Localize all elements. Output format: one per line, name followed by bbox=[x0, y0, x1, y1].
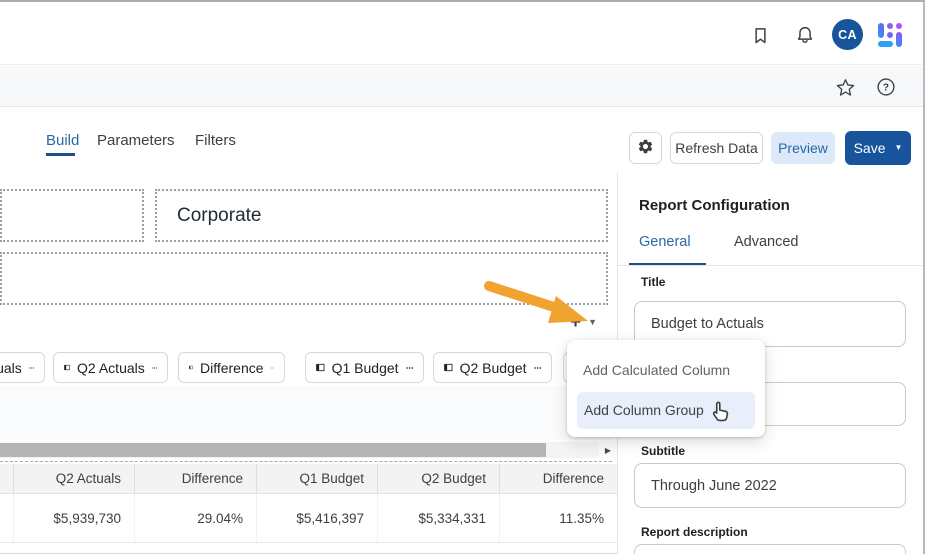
chip-menu-icon[interactable] bbox=[29, 366, 34, 370]
scrollbar-thumb[interactable] bbox=[0, 443, 546, 457]
canvas-dashed-divider bbox=[0, 461, 612, 462]
refresh-data-button[interactable]: Refresh Data bbox=[670, 132, 763, 164]
table-cell bbox=[0, 494, 13, 542]
table-header-cell: Q2 Budget bbox=[377, 464, 499, 493]
tab-build[interactable]: Build bbox=[46, 132, 79, 149]
svg-text:?: ? bbox=[883, 83, 889, 94]
column-icon bbox=[64, 361, 70, 374]
tab-build-underline bbox=[46, 153, 75, 156]
page-header-bar: ? bbox=[0, 66, 923, 107]
table-header-cell: Q1 Budget bbox=[256, 464, 377, 493]
column-chip-q2-actuals[interactable]: Q2 Actuals bbox=[53, 352, 168, 383]
table-cell: $5,416,397 bbox=[256, 494, 377, 542]
table-header-cell: Difference bbox=[134, 464, 256, 493]
scroll-right-arrow-icon: ▶ bbox=[605, 446, 611, 455]
horizontal-scrollbar[interactable]: ▶ bbox=[0, 442, 617, 458]
app-grid-icon[interactable] bbox=[875, 20, 905, 50]
favorite-star-icon[interactable] bbox=[833, 75, 857, 99]
table-header-row: Q2 Actuals Difference Q1 Budget Q2 Budge… bbox=[0, 464, 617, 494]
save-button-label: Save bbox=[854, 140, 886, 156]
gear-icon bbox=[637, 138, 654, 158]
table-cell: $5,939,730 bbox=[13, 494, 134, 542]
chip-menu-icon[interactable] bbox=[534, 366, 541, 370]
report-rows-area bbox=[0, 386, 612, 440]
top-app-bar: CA bbox=[0, 2, 923, 65]
add-column-dropdown-menu: Add Calculated Column Add Column Group bbox=[567, 340, 765, 437]
notifications-bell-icon[interactable] bbox=[792, 22, 818, 48]
chip-menu-icon[interactable] bbox=[152, 366, 157, 370]
chip-menu-icon[interactable] bbox=[406, 366, 413, 370]
bookmark-icon[interactable] bbox=[747, 22, 773, 48]
report-builder-window: CA bbox=[0, 0, 925, 554]
scroll-right-button[interactable]: ▶ bbox=[599, 442, 617, 458]
table-row: $5,939,730 29.04% $5,416,397 $5,334,331 … bbox=[0, 494, 617, 543]
menu-item-add-calculated-column[interactable]: Add Calculated Column bbox=[567, 352, 765, 388]
mouse-cursor-hand-icon bbox=[706, 398, 734, 431]
subtitle-field-label: Subtitle bbox=[641, 444, 685, 458]
report-preview-table: Q2 Actuals Difference Q1 Budget Q2 Budge… bbox=[0, 464, 617, 543]
tab-general[interactable]: General bbox=[639, 234, 691, 250]
table-cell: 11.35% bbox=[499, 494, 617, 542]
subtitle-input[interactable] bbox=[634, 463, 906, 508]
table-cell: $5,334,331 bbox=[377, 494, 499, 542]
annotation-arrow bbox=[480, 279, 592, 332]
column-icon bbox=[316, 361, 325, 374]
column-icon bbox=[189, 361, 193, 374]
panel-tabs-divider bbox=[618, 265, 923, 266]
column-chip-q1-budget[interactable]: Q1 Budget bbox=[305, 352, 424, 383]
column-icon bbox=[444, 361, 453, 374]
preview-button[interactable]: Preview bbox=[771, 132, 835, 164]
chip-menu-icon[interactable] bbox=[271, 366, 274, 370]
table-header-cell bbox=[0, 464, 13, 493]
user-avatar[interactable]: CA bbox=[832, 19, 863, 50]
report-header-box[interactable]: Corporate bbox=[155, 189, 608, 242]
tab-parameters[interactable]: Parameters bbox=[97, 132, 175, 149]
column-chip-q2-budget[interactable]: Q2 Budget bbox=[433, 352, 552, 383]
column-chip-q1-actuals[interactable]: Q1 Actuals bbox=[0, 352, 45, 383]
report-description-label: Report description bbox=[641, 525, 748, 539]
report-description-input[interactable] bbox=[634, 544, 906, 554]
title-field-label: Title bbox=[641, 275, 665, 289]
report-logo-placeholder[interactable] bbox=[0, 189, 144, 242]
panel-title: Report Configuration bbox=[639, 197, 790, 214]
save-dropdown-caret-icon[interactable]: ▼ bbox=[895, 144, 903, 152]
report-header-text: Corporate bbox=[157, 191, 606, 240]
save-button[interactable]: Save ▼ bbox=[845, 131, 911, 165]
column-chip-difference-1[interactable]: Difference bbox=[178, 352, 285, 383]
table-header-cell: Q2 Actuals bbox=[13, 464, 134, 493]
table-header-cell: Difference bbox=[499, 464, 617, 493]
table-cell: 29.04% bbox=[134, 494, 256, 542]
tab-filters[interactable]: Filters bbox=[195, 132, 236, 149]
tab-advanced[interactable]: Advanced bbox=[734, 234, 799, 250]
help-icon[interactable]: ? bbox=[874, 75, 898, 99]
settings-gear-button[interactable] bbox=[629, 132, 662, 164]
